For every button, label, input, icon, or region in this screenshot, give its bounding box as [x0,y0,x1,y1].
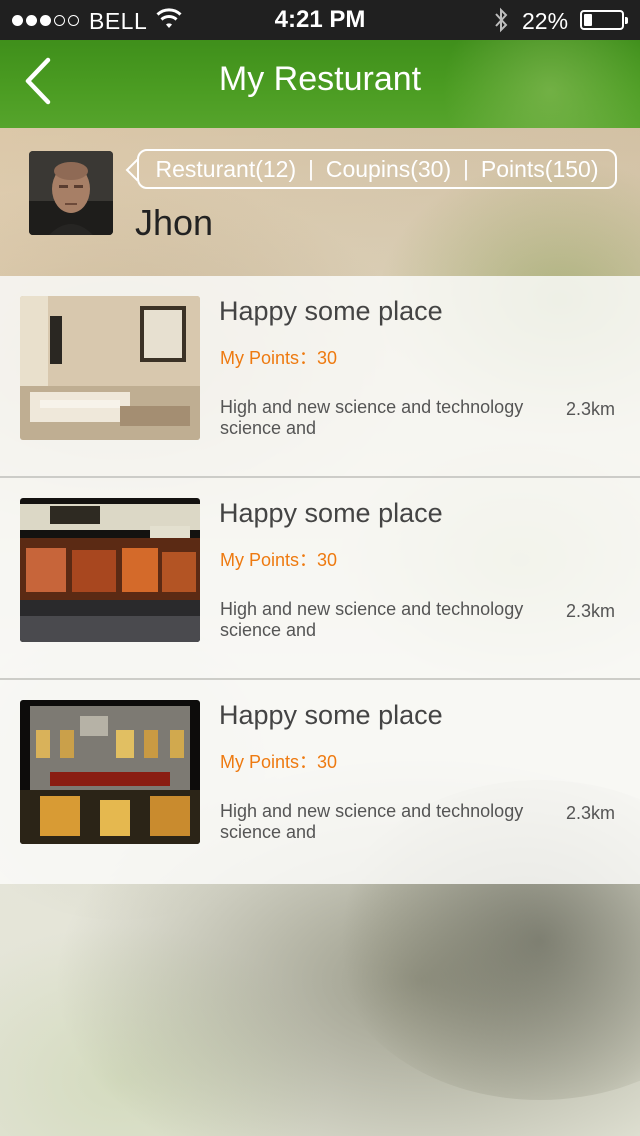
list-item[interactable]: Happy some place My Points：30 High and n… [0,276,640,478]
restaurant-distance: 2.3km [565,803,615,823]
battery-level-fill [584,14,592,26]
stat-restaurants[interactable]: Resturant(12) [144,156,309,183]
restaurant-thumbnail [20,296,200,440]
restaurant-thumbnail [20,498,200,642]
building-facade-night-photo [20,700,200,844]
user-name: Jhon [135,202,214,243]
list-item[interactable]: Happy some place My Points：30 High and n… [0,680,640,884]
restaurant-points: My Points：30 [220,348,338,368]
bluetooth-icon [495,7,508,33]
restaurant-points: My Points：30 [220,550,338,570]
restaurant-description: High and new science and technology scie… [220,397,524,438]
stat-points[interactable]: Points(150) [469,156,611,183]
user-photo [29,151,113,235]
restaurant-distance: 2.3km [565,399,615,419]
restaurant-description: High and new science and technology scie… [220,599,524,640]
restaurant-name: Happy some place [219,700,443,730]
avatar[interactable] [29,151,113,235]
navigation-bar: My Resturant [0,40,640,128]
battery-icon [580,10,628,30]
restaurant-description: High and new science and technology scie… [220,801,524,842]
restaurant-name: Happy some place [219,498,443,528]
battery-percent: 22% [522,8,569,34]
restaurant-distance: 2.3km [565,601,615,621]
status-bar: BELL 4:21 PM 22% [0,0,640,40]
restaurant-storefront-night-photo [20,498,200,642]
list-item[interactable]: Happy some place My Points：30 High and n… [0,478,640,680]
restaurant-name: Happy some place [219,296,443,326]
page-title: My Resturant [218,60,422,98]
stats-bubble: Resturant(12) | Coupins(30) | Points(150… [137,149,617,189]
restaurant-points: My Points：30 [220,752,338,772]
profile-header: Resturant(12) | Coupins(30) | Points(150… [0,128,640,276]
restaurant-list: Happy some place My Points：30 High and n… [0,276,640,884]
restaurant-thumbnail [20,700,200,844]
stat-coupons[interactable]: Coupins(30) [314,156,463,183]
hotel-room-photo [20,296,200,440]
